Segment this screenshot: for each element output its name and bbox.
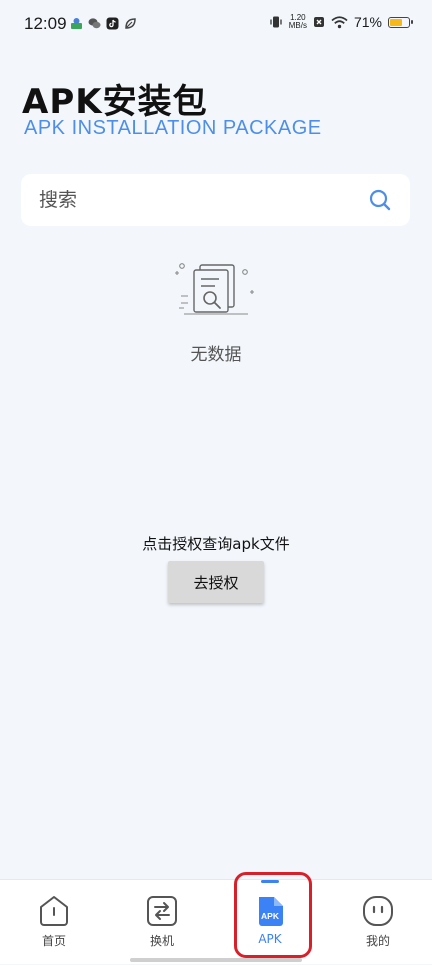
- nav-label-home: 首页: [41, 934, 66, 948]
- bottom-navigation: 首页 换机 APK APK 我的: [0, 879, 432, 964]
- status-time: 12:09: [24, 14, 67, 33]
- no-sim-icon: [313, 17, 324, 27]
- transfer-icon: [145, 894, 179, 928]
- profile-face-icon: [361, 894, 395, 928]
- page-title: APK安装包: [22, 82, 208, 122]
- notification-icons: [70, 17, 137, 30]
- app-notification-icon: [71, 18, 82, 29]
- nav-label-transfer: 换机: [149, 934, 174, 948]
- wifi-icon: [331, 15, 348, 28]
- nav-label-profile: 我的: [365, 934, 390, 948]
- document-search-icon: [175, 263, 254, 315]
- authorize-button[interactable]: 去授权: [168, 561, 264, 603]
- nav-item-profile[interactable]: 我的: [324, 880, 432, 965]
- highlight-annotation: [234, 872, 312, 958]
- nav-item-home[interactable]: 首页: [0, 880, 108, 965]
- battery-level-fill: [390, 18, 403, 26]
- tiktok-icon: [106, 17, 119, 30]
- network-speed: 1.20 MB/s: [289, 14, 307, 30]
- search-input[interactable]: [39, 189, 368, 211]
- empty-state-text: 无数据: [190, 345, 242, 365]
- network-speed-unit: MB/s: [288, 21, 307, 30]
- page-subtitle: APK INSTALLATION PACKAGE: [24, 117, 322, 139]
- status-indicators: 1.20 MB/s 71%: [269, 14, 413, 30]
- vibrate-icon: [270, 16, 282, 28]
- wechat-icon: [88, 18, 101, 29]
- battery-percent: 71%: [353, 14, 382, 30]
- home-icon: [37, 894, 71, 928]
- search-icon[interactable]: [368, 188, 392, 212]
- app-leaf-icon: [125, 18, 136, 29]
- status-bar: 12:09 1.20 MB/s 71%: [0, 0, 432, 52]
- battery-icon: [388, 16, 413, 28]
- nav-item-transfer[interactable]: 换机: [108, 880, 216, 965]
- authorization-prompt: 点击授权查询apk文件: [142, 535, 290, 553]
- search-bar[interactable]: [21, 174, 410, 226]
- gesture-navigation-bar[interactable]: [130, 958, 302, 962]
